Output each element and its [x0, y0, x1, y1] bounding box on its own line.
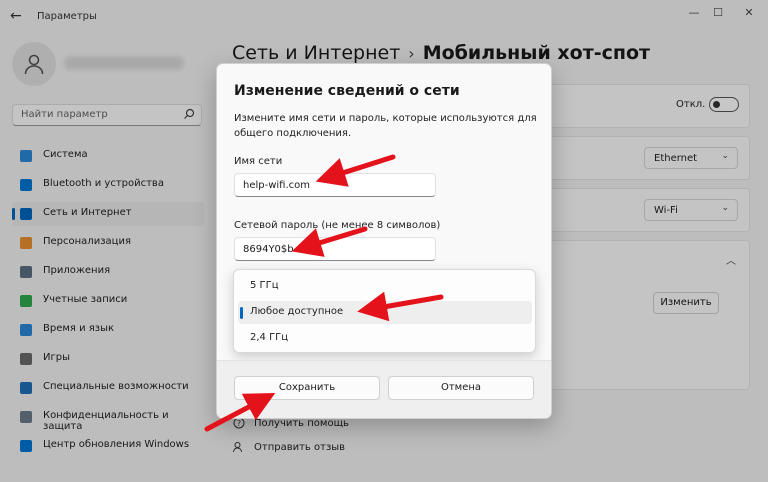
- edit-network-dialog: Изменение сведений о сети Измените имя с…: [216, 63, 552, 419]
- band-option-5ghz[interactable]: 5 ГГц: [238, 275, 532, 298]
- cancel-button[interactable]: Отмена: [388, 376, 534, 400]
- dialog-description: Измените имя сети и пароль, которые испо…: [234, 113, 537, 139]
- option-label: 2,4 ГГц: [250, 332, 289, 343]
- password-value: 8694Y0$b: [243, 244, 294, 255]
- network-name-field[interactable]: help-wifi.com: [234, 173, 436, 197]
- selected-indicator: [240, 307, 243, 319]
- dialog-title: Изменение сведений о сети: [234, 83, 460, 99]
- option-label: Любое доступное: [250, 306, 344, 317]
- band-option-24ghz[interactable]: 2,4 ГГц: [238, 327, 532, 350]
- band-dropdown-list: 5 ГГц Любое доступное 2,4 ГГц: [233, 269, 536, 353]
- network-name-value: help-wifi.com: [243, 180, 311, 191]
- option-label: 5 ГГц: [250, 280, 279, 291]
- password-label: Сетевой пароль (не менее 8 символов): [234, 220, 441, 231]
- password-field[interactable]: 8694Y0$b: [234, 237, 436, 261]
- save-button[interactable]: Сохранить: [234, 376, 380, 400]
- dialog-footer: Сохранить Отмена: [217, 360, 551, 418]
- band-option-any[interactable]: Любое доступное: [238, 301, 532, 324]
- network-name-label: Имя сети: [234, 156, 283, 167]
